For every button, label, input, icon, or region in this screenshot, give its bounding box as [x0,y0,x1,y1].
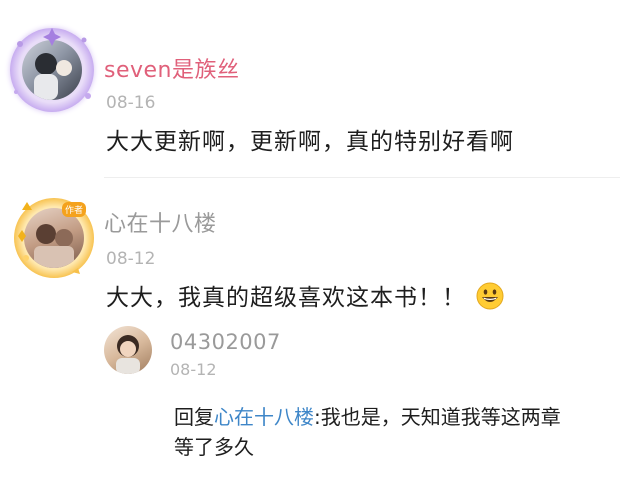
comment-2: 作者 心在十八楼 08-12 大大，我真的超级喜欢这本书！！ 04302007 … [0,178,640,493]
comment-1: seven是族丝 08-16 大大更新啊，更新啊，真的特别好看啊 [0,0,640,180]
crown-frame-icon [18,202,80,274]
reply-text-line1: 我也是，天知道我等这两章 [320,405,561,429]
reply-mention-link[interactable]: 心在十八楼 [214,405,314,429]
reply-prefix: 回复 [174,405,214,429]
comment-username[interactable]: seven是族丝 [104,52,240,84]
comment-username[interactable]: 心在十八楼 [104,206,217,238]
reply-text-line2: 等了多久 [174,435,254,459]
grinning-face-emoji-icon [476,282,504,310]
reply-separator: : [314,405,321,429]
comment-date: 08-16 [106,93,156,113]
reply-date: 08-12 [170,360,217,379]
avatar-04302007[interactable] [104,326,152,374]
reply-username[interactable]: 04302007 [170,330,281,354]
comment-text: 大大，我真的超级喜欢这本书！！ [106,278,504,312]
comment-text: 大大更新啊，更新啊，真的特别好看啊 [106,129,514,155]
comment-date: 08-12 [106,249,156,269]
reply-text: 回复心在十八楼:我也是，天知道我等这两章等了多久 [174,402,624,462]
sparkle-frame-icon [14,28,91,99]
comment-text-body: 大大，我真的超级喜欢这本书！！ [106,285,466,311]
avatar-photo-icon [116,335,140,374]
